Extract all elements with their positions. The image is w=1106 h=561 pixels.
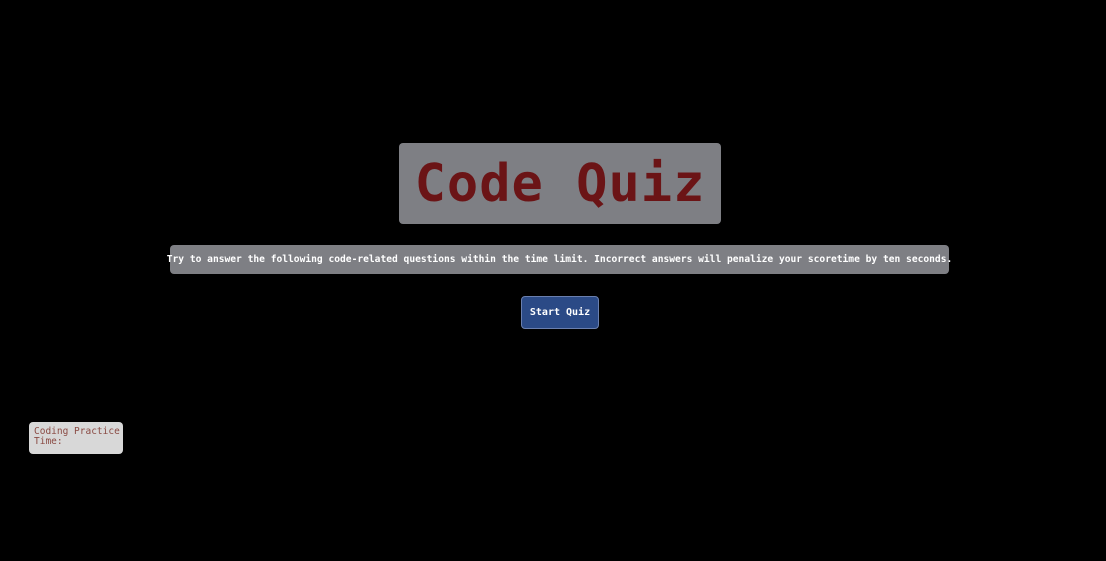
description-panel: Try to answer the following code-related… bbox=[167, 245, 952, 274]
title-panel: Code Quiz bbox=[399, 143, 721, 224]
time-label: Time: bbox=[34, 436, 63, 447]
page-title: Code Quiz bbox=[414, 153, 706, 214]
timer-panel: Coding Practice Time: bbox=[29, 422, 123, 454]
quiz-description: Try to answer the following code-related… bbox=[166, 254, 953, 265]
start-quiz-button[interactable]: Start Quiz bbox=[521, 296, 599, 329]
